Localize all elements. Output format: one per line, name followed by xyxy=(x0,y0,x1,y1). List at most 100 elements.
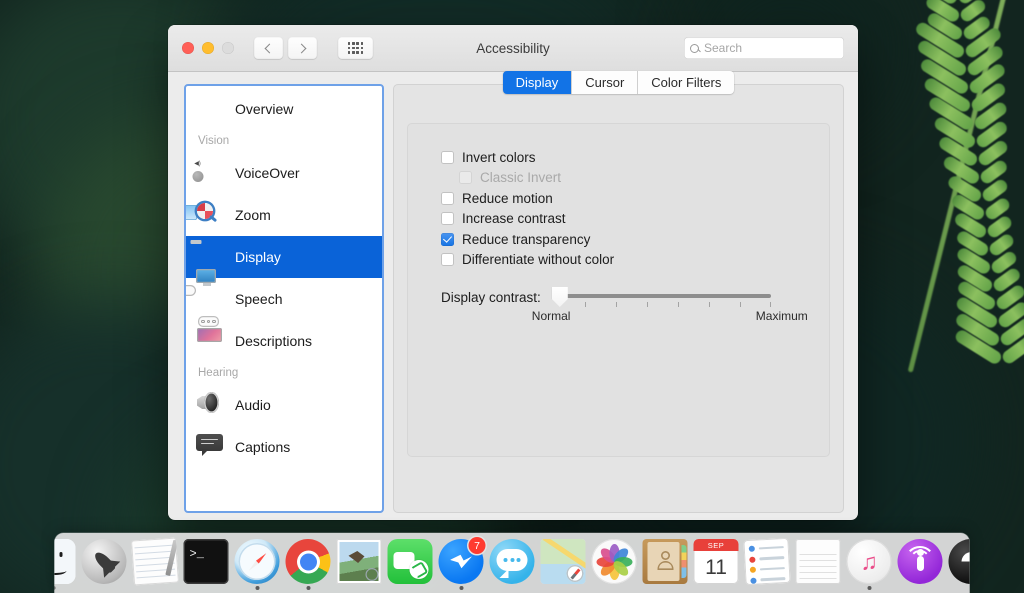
forward-button[interactable] xyxy=(288,37,317,59)
maps-icon[interactable] xyxy=(540,539,586,584)
dock-item-contacts[interactable] xyxy=(642,539,688,590)
running-indicator xyxy=(612,586,616,590)
finder-icon[interactable] xyxy=(54,539,76,584)
dock-item-facetime[interactable] xyxy=(387,539,433,590)
dock-item-dark-app[interactable] xyxy=(948,539,970,590)
reduce-motion-checkbox[interactable] xyxy=(441,191,454,205)
running-indicator xyxy=(510,586,514,590)
sidebar-item-descriptions[interactable]: Descriptions xyxy=(186,316,382,362)
tab-display[interactable]: Display xyxy=(502,71,573,94)
display-settings-pane: Display Cursor Color Filters Invert colo… xyxy=(393,71,844,513)
sidebar-item-zoom[interactable]: Zoom xyxy=(186,194,382,236)
dock-item-finder[interactable] xyxy=(54,539,76,590)
checkbox-row-invert-colors[interactable]: Invert colors xyxy=(441,147,830,168)
dock-item-mail[interactable] xyxy=(336,539,382,590)
dock[interactable]: >_ 7 SEP 11 ♫ xyxy=(54,533,970,593)
slider-ticks xyxy=(559,302,771,308)
dock-item-podcasts[interactable] xyxy=(897,539,943,590)
dock-item-notes-pad[interactable] xyxy=(130,537,180,590)
checkbox-label: Reduce motion xyxy=(462,190,553,206)
voiceover-icon xyxy=(196,159,224,187)
notes-icon[interactable] xyxy=(795,539,841,584)
facetime-icon[interactable] xyxy=(387,539,433,584)
terminal-icon[interactable]: >_ xyxy=(183,539,229,584)
itunes-music-note-icon[interactable]: ♫ xyxy=(846,539,892,584)
speaker-icon xyxy=(196,391,224,419)
dock-item-calendar[interactable]: SEP 11 xyxy=(693,539,739,590)
dock-item-notes[interactable] xyxy=(795,539,841,590)
running-indicator xyxy=(816,586,820,590)
minimize-button[interactable] xyxy=(202,42,214,54)
calendar-icon[interactable]: SEP 11 xyxy=(693,539,739,584)
running-indicator xyxy=(255,586,259,590)
sidebar-item-audio[interactable]: Audio xyxy=(186,384,382,426)
sidebar-header-vision: Vision xyxy=(198,135,230,147)
dock-item-reminders[interactable] xyxy=(743,537,791,590)
checkbox-row-differentiate-without-color[interactable]: Differentiate without color xyxy=(441,250,830,271)
dock-item-chrome[interactable] xyxy=(285,539,331,590)
search-field[interactable] xyxy=(684,37,844,59)
checkbox-row-increase-contrast[interactable]: Increase contrast xyxy=(441,209,830,230)
close-button[interactable] xyxy=(182,42,194,54)
reduce-transparency-checkbox[interactable] xyxy=(441,232,454,246)
launchpad-icon[interactable] xyxy=(81,539,127,584)
sidebar-item-label: Speech xyxy=(235,291,283,307)
dock-item-messenger[interactable]: 7 xyxy=(438,537,486,590)
messenger-icon[interactable]: 7 xyxy=(438,537,486,584)
chevron-left-icon xyxy=(264,43,275,53)
contacts-icon[interactable] xyxy=(642,539,688,584)
running-indicator xyxy=(408,586,412,590)
maximize-button[interactable] xyxy=(222,42,234,54)
sidebar-item-label: Descriptions xyxy=(235,333,313,349)
running-indicator xyxy=(306,586,310,590)
running-indicator xyxy=(54,586,55,590)
accessibility-feature-list[interactable]: Overview Vision VoiceOver Zoom Display S… xyxy=(184,84,384,513)
dock-item-maps[interactable] xyxy=(540,539,586,590)
increase-contrast-checkbox[interactable] xyxy=(441,212,454,226)
differentiate-without-color-checkbox[interactable] xyxy=(441,253,454,267)
photos-icon[interactable] xyxy=(591,539,637,584)
sidebar-item-label: Zoom xyxy=(235,207,271,223)
dock-item-safari[interactable] xyxy=(234,539,280,590)
display-monitor-icon xyxy=(190,240,224,271)
podcasts-icon[interactable] xyxy=(897,539,943,584)
chevron-right-icon xyxy=(296,43,307,53)
dock-item-itunes[interactable]: ♫ xyxy=(846,539,892,590)
window-body: Overview Vision VoiceOver Zoom Display S… xyxy=(168,71,858,513)
dock-item-photos[interactable] xyxy=(591,539,637,590)
grid-icon xyxy=(347,42,364,54)
sidebar-item-overview[interactable]: Overview xyxy=(186,88,382,130)
dock-item-launchpad[interactable] xyxy=(81,539,127,590)
tab-cursor[interactable]: Cursor xyxy=(572,71,639,94)
checkbox-label: Differentiate without color xyxy=(462,252,615,268)
dock-item-messages[interactable] xyxy=(489,539,535,590)
checkbox-row-reduce-motion[interactable]: Reduce motion xyxy=(441,188,830,209)
notepad-icon[interactable] xyxy=(130,537,180,586)
search-icon xyxy=(690,43,699,53)
safari-compass-icon[interactable] xyxy=(234,539,280,584)
magnifier-window-icon xyxy=(186,201,224,229)
running-indicator xyxy=(561,586,565,590)
back-button[interactable] xyxy=(254,37,283,59)
sidebar-header-hearing: Hearing xyxy=(198,367,239,379)
chrome-icon[interactable] xyxy=(285,539,331,584)
slider-track[interactable] xyxy=(558,294,771,298)
running-indicator xyxy=(918,586,922,590)
calendar-month: SEP xyxy=(693,539,739,551)
checkbox-row-reduce-transparency[interactable]: Reduce transparency xyxy=(441,229,830,250)
running-indicator xyxy=(153,586,157,590)
reminders-icon[interactable] xyxy=(743,537,791,586)
mail-icon[interactable] xyxy=(336,539,382,584)
search-input[interactable] xyxy=(704,41,838,55)
sidebar-item-voiceover[interactable]: VoiceOver xyxy=(186,152,382,194)
show-all-button[interactable] xyxy=(338,37,373,59)
running-indicator xyxy=(663,586,667,590)
dark-app-icon[interactable] xyxy=(948,539,970,584)
tab-bar: Display Cursor Color Filters xyxy=(393,71,844,94)
invert-colors-checkbox[interactable] xyxy=(441,150,454,164)
sidebar-item-captions[interactable]: Captions xyxy=(186,426,382,468)
sidebar-item-speech[interactable]: Speech xyxy=(186,269,382,320)
tab-color-filters[interactable]: Color Filters xyxy=(638,71,735,94)
dock-item-terminal[interactable]: >_ xyxy=(183,539,229,590)
messages-icon[interactable] xyxy=(489,539,535,584)
